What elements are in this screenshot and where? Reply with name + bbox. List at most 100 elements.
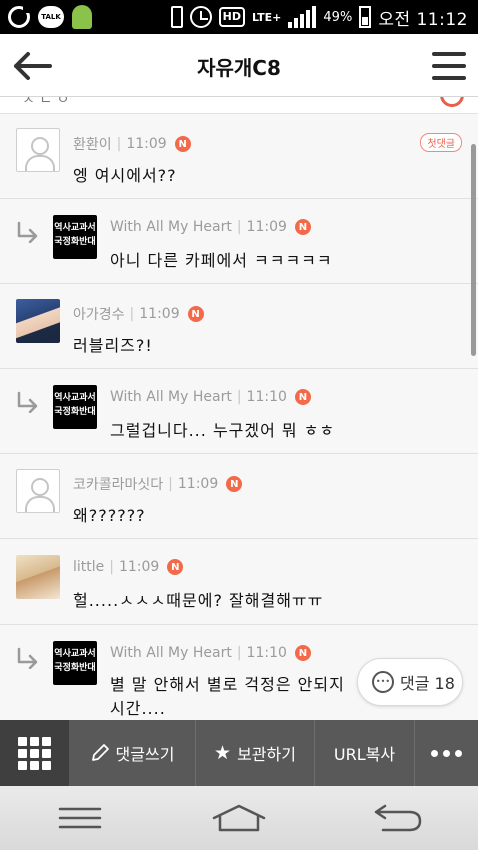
comment-text: 그럴겁니다... 누구겠어 뭐 ㅎㅎ <box>110 421 336 440</box>
comment-author[interactable]: 코카콜라마싯다 <box>73 474 163 494</box>
comment-author[interactable]: 아가경수 <box>73 304 125 324</box>
comment-time: 11:09 <box>177 476 219 492</box>
comment-meta: With All My Heart | 11:10 N <box>110 389 311 405</box>
save-button[interactable]: ★ 보관하기 <box>195 720 314 786</box>
more-dot-icon <box>443 749 450 757</box>
comment-text: 러블리즈?! <box>73 336 153 355</box>
new-badge: N <box>294 219 311 235</box>
comment-time: 11:09 <box>139 306 180 322</box>
user-avatar-photo[interactable] <box>16 299 60 343</box>
avatar-badge-text: 역사교과서 <box>54 393 96 403</box>
nav-menu-button[interactable] <box>45 798 115 838</box>
comment-meta: 환환이 | 11:09 N <box>73 134 191 154</box>
network-type: LTE+ <box>251 10 282 24</box>
signal-strength-icon <box>288 6 317 28</box>
new-badge: N <box>226 476 243 492</box>
new-badge: N <box>294 389 311 405</box>
protest-avatar-icon[interactable]: 역사교과서 국정화반대 <box>53 641 97 685</box>
comment-text-line2: 시간.... <box>110 699 166 718</box>
nav-back-button[interactable] <box>363 798 433 838</box>
reply-item[interactable]: 역사교과서국정화반대 With All My Heart | 11:09 N 아… <box>0 199 478 284</box>
save-label: 보관하기 <box>237 745 296 764</box>
reply-arrow-icon <box>17 221 38 243</box>
avatar-badge-text: 역사교과서 <box>54 223 96 233</box>
comment-item[interactable]: little | 11:09 N 헐.....ㅅㅅㅅ때문에? 잘해결해ㅠㅠ <box>0 539 478 625</box>
comment-time: 11:09 <box>126 136 167 152</box>
comment-text: 헐.....ㅅㅅㅅ때문에? 잘해결해ㅠㅠ <box>73 591 324 610</box>
new-badge: N <box>187 306 204 322</box>
partial-comment-text: ㅈ ㄴ ㅇ <box>22 97 70 108</box>
reply-arrow-icon <box>17 391 38 413</box>
grid-icon <box>18 736 51 770</box>
comment-time: 11:09 <box>246 219 287 235</box>
star-icon: ★ <box>214 742 232 764</box>
clock: 오전 11:12 <box>378 9 468 30</box>
protest-avatar-icon[interactable]: 역사교과서국정화반대 <box>53 385 97 429</box>
partial-icon <box>440 97 464 107</box>
protest-avatar-icon[interactable]: 역사교과서국정화반대 <box>53 215 97 259</box>
comment-count-button[interactable]: ••• 댓글 18 <box>357 658 463 706</box>
avatar-badge-text: 국정화반대 <box>54 237 96 247</box>
first-comment-tag: 첫댓글 <box>420 133 462 152</box>
olleh-app-icon <box>8 6 30 28</box>
default-avatar-icon[interactable] <box>16 469 60 513</box>
comment-item[interactable]: 아가경수 | 11:09 N 러블리즈?! <box>0 284 478 369</box>
comment-time: 11:09 <box>118 559 160 575</box>
system-nav-bar <box>0 786 478 850</box>
comment-author[interactable]: little <box>73 559 104 575</box>
avatar-badge-text: 역사교과서 <box>54 649 96 659</box>
user-avatar-photo[interactable] <box>16 555 60 599</box>
partial-comment-row: ㅈ ㄴ ㅇ <box>0 97 478 114</box>
android-icon <box>72 5 92 29</box>
comment-item[interactable]: 코카콜라마싯다 | 11:09 N 왜?????? <box>0 454 478 539</box>
bottom-toolbar: 댓글쓰기 ★ 보관하기 URL복사 <box>0 720 478 786</box>
default-avatar-icon[interactable] <box>16 128 60 172</box>
comment-meta: With All My Heart | 11:10 N <box>110 645 311 661</box>
comment-author[interactable]: With All My Heart <box>110 219 232 235</box>
battery-icon <box>359 6 372 28</box>
scrollbar[interactable] <box>471 144 476 356</box>
more-dot-icon <box>455 749 462 757</box>
alarm-icon <box>189 6 212 28</box>
comment-time: 11:10 <box>246 389 287 405</box>
comment-count-label: 댓글 18 <box>400 674 455 693</box>
comment-list[interactable]: 환환이 | 11:09 N 첫댓글 엥 여시에서?? 역사교과서 국정화반대 Wi… <box>0 114 478 720</box>
menu-lines-icon <box>58 807 101 829</box>
pencil-icon <box>91 744 109 761</box>
app-header: 자유개C8 <box>0 34 478 97</box>
comment-meta: 아가경수 | 11:09 N <box>73 304 204 324</box>
comment-author[interactable]: With All My Heart <box>110 645 232 661</box>
comment-bubble-icon: ••• <box>372 671 394 693</box>
grid-menu-button[interactable] <box>0 720 69 786</box>
reply-item[interactable]: 역사교과서국정화반대 With All My Heart | 11:10 N 그… <box>0 369 478 454</box>
comment-meta: little | 11:09 N <box>73 559 184 575</box>
reply-arrow-icon <box>17 647 38 669</box>
write-comment-label: 댓글쓰기 <box>115 745 175 764</box>
comment-item[interactable]: 환환이 | 11:09 N 첫댓글 엥 여시에서?? <box>0 114 478 199</box>
copy-url-button[interactable]: URL복사 <box>314 720 414 786</box>
comment-text: 별 말 안해서 별로 걱정은 안되지 <box>110 675 345 694</box>
nav-home-button[interactable] <box>204 798 274 838</box>
comment-meta: With All My Heart | 11:09 N <box>110 219 311 235</box>
comment-time: 11:10 <box>246 645 287 661</box>
hd-voice-icon: HD <box>218 7 245 27</box>
kakaotalk-icon: TALK <box>38 6 64 28</box>
comment-text: 엥 여시에서?? <box>73 166 177 185</box>
page-title: 자유개C8 <box>197 56 281 80</box>
new-badge: N <box>294 645 311 661</box>
new-badge: N <box>167 559 184 575</box>
status-bar: TALK HD LTE+ 49% 오전 11:12 <box>0 0 478 34</box>
comment-meta: 코카콜라마싯다 | 11:09 N <box>73 474 243 494</box>
home-icon <box>212 804 266 832</box>
avatar-badge-text: 국정화반대 <box>54 407 96 417</box>
comment-author[interactable]: With All My Heart <box>110 389 232 405</box>
write-comment-button[interactable]: 댓글쓰기 <box>69 720 195 786</box>
new-badge: N <box>174 136 191 152</box>
more-button[interactable] <box>414 720 478 786</box>
menu-button[interactable] <box>430 50 468 82</box>
more-dot-icon <box>431 749 438 757</box>
comment-text: 왜?????? <box>73 506 146 525</box>
comment-author[interactable]: 환환이 <box>73 134 112 154</box>
comment-text: 아니 다른 카페에서 ㅋㅋㅋㅋㅋ <box>110 251 333 270</box>
copy-url-label: URL복사 <box>333 745 396 764</box>
